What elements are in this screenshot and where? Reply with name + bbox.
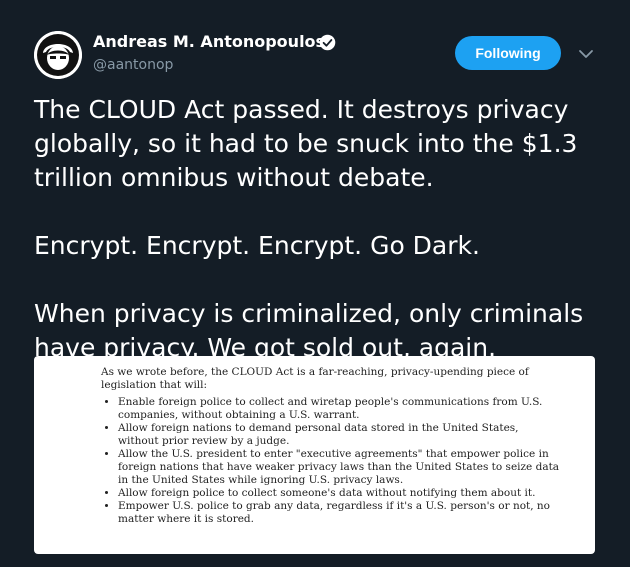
author-handle[interactable]: @aantonop: [93, 57, 173, 73]
list-item: Allow the U.S. president to enter "execu…: [118, 448, 561, 487]
quote-bullet-list: Enable foreign police to collect and wir…: [101, 396, 561, 526]
attached-image[interactable]: As we wrote before, the CLOUD Act is a f…: [34, 356, 595, 554]
tweet-text: The CLOUD Act passed. It destroys privac…: [34, 95, 584, 362]
avatar-image: [34, 31, 82, 79]
author-name[interactable]: Andreas M. Antonopoulos: [93, 32, 325, 51]
list-item: Empower U.S. police to grab any data, re…: [118, 500, 561, 526]
avatar[interactable]: [34, 31, 82, 79]
chevron-down-icon[interactable]: [576, 44, 596, 64]
list-item: Allow foreign police to collect someone'…: [118, 487, 561, 500]
quote-intro: As we wrote before, the CLOUD Act is a f…: [101, 366, 529, 391]
verified-badge-icon: [319, 34, 336, 51]
list-item: Allow foreign nations to demand personal…: [118, 422, 561, 448]
following-button[interactable]: Following: [455, 36, 561, 70]
attached-image-text: As we wrote before, the CLOUD Act is a f…: [101, 366, 561, 526]
list-item: Enable foreign police to collect and wir…: [118, 396, 561, 422]
